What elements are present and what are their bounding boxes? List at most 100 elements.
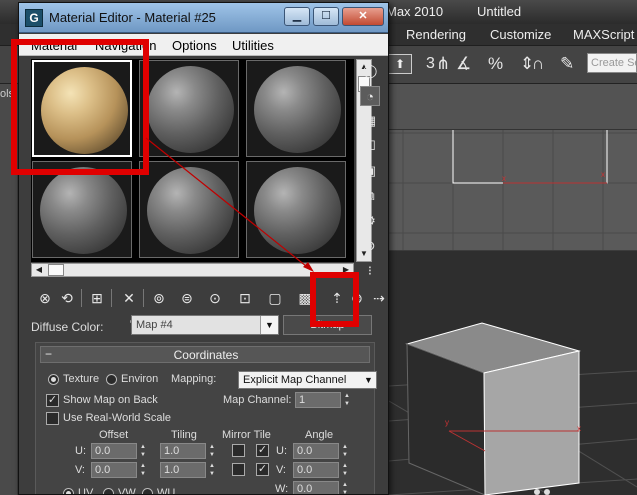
w-angle-spinner-arrows[interactable]: ▲ ▼: [340, 481, 350, 494]
menu-options[interactable]: Options: [172, 38, 217, 53]
percent-snap-icon[interactable]: %: [488, 51, 503, 77]
show-end-result-icon[interactable]: ▢: [265, 288, 285, 308]
sample-type-icon[interactable]: ◯: [360, 61, 380, 81]
v-angle-spinner[interactable]: 0.0: [293, 462, 339, 478]
u-offset-spinner-arrows[interactable]: ▲ ▼: [138, 443, 148, 459]
map-channel-spinner-arrows[interactable]: ▲ ▼: [342, 392, 352, 408]
create-selection-set-field[interactable]: Create Se: [587, 53, 637, 73]
magnet-icon[interactable]: ∩: [532, 51, 544, 77]
svg-text:x: x: [577, 424, 581, 433]
angle-column-label: Angle: [305, 429, 334, 441]
w-angle-spinner[interactable]: 0.0: [293, 481, 339, 494]
texture-radio[interactable]: [48, 374, 59, 385]
sample-slot-2[interactable]: [139, 60, 239, 157]
v-mirror-checkbox[interactable]: [232, 463, 245, 476]
scroll-right-icon[interactable]: ▶: [339, 264, 353, 276]
select-filter-icon[interactable]: ⬆: [388, 54, 412, 74]
mirror-tile-column-label: Mirror Tile: [222, 429, 271, 441]
wu-radio[interactable]: [142, 488, 153, 494]
material-id-channel-icon[interactable]: ⊙: [205, 288, 225, 308]
v-offset-spinner-arrows[interactable]: ▲ ▼: [138, 462, 148, 478]
maximize-button[interactable]: ☐: [313, 7, 339, 26]
go-to-parent-icon[interactable]: ⇡: [327, 288, 347, 308]
minimize-button[interactable]: ▁: [284, 7, 310, 26]
w-angle-label: W:: [275, 483, 289, 495]
sample-slot-5[interactable]: [139, 161, 239, 258]
snap-toggle-icon[interactable]: ⋔: [436, 51, 450, 77]
v-tiling-spinner-arrows[interactable]: ▲ ▼: [207, 462, 217, 478]
coordinates-rollout-header[interactable]: − Coordinates: [40, 346, 370, 363]
assign-to-selection-icon[interactable]: ⊞: [87, 288, 107, 308]
u-tiling-spinner-arrows[interactable]: ▲ ▼: [207, 443, 217, 459]
material-editor-menubar: Material Navigation Options Utilities: [19, 34, 388, 56]
select-by-material-icon[interactable]: ⊛: [360, 236, 380, 256]
mapping-select[interactable]: Explicit Map Channel: [238, 371, 377, 389]
top-viewport-grid: x x: [389, 130, 637, 250]
put-to-library-icon[interactable]: ⊜: [177, 288, 197, 308]
v-angle-label: V:: [276, 464, 286, 476]
top-viewport[interactable]: x x: [389, 130, 637, 250]
uv-radio[interactable]: [63, 488, 74, 494]
u-tiling-spinner[interactable]: 1.0: [160, 443, 206, 459]
sample-slot-3[interactable]: [246, 60, 346, 157]
scroll-thumb[interactable]: [48, 264, 64, 276]
material-map-navigator-icon[interactable]: ⁝: [360, 261, 380, 281]
u-tile-checkbox[interactable]: ✓: [256, 444, 269, 457]
u-angle-spinner-arrows[interactable]: ▲ ▼: [340, 443, 350, 459]
video-color-check-icon[interactable]: ▣: [360, 161, 380, 181]
svg-text:x: x: [502, 174, 506, 183]
sample-slot-6[interactable]: [246, 161, 346, 258]
go-forward-to-sibling-icon[interactable]: ⊛: [347, 288, 367, 308]
menu-customize[interactable]: Customize: [490, 27, 551, 42]
slots-horizontal-scrollbar[interactable]: ◀ ▶: [31, 263, 354, 277]
menu-rendering[interactable]: Rendering: [406, 27, 466, 42]
backlight-icon[interactable]: ◔: [360, 86, 380, 106]
uv-label: UV: [78, 487, 94, 495]
get-material-icon[interactable]: ⊗: [35, 288, 55, 308]
sample-slot-4[interactable]: [32, 161, 132, 258]
map-name-dropdown-icon[interactable]: ▼: [260, 316, 278, 334]
v-tiling-spinner[interactable]: 1.0: [160, 462, 206, 478]
show-map-on-back-label: Show Map on Back: [63, 394, 158, 406]
angle-snap-icon[interactable]: ∡: [456, 51, 471, 77]
svg-text:x: x: [601, 170, 605, 179]
make-unique-icon[interactable]: ⊚: [149, 288, 169, 308]
make-preview-icon[interactable]: ⧉: [360, 186, 380, 206]
menu-navigation[interactable]: Navigation: [95, 38, 156, 53]
next-icon[interactable]: ⇢: [369, 288, 388, 308]
v-tile-checkbox[interactable]: ✓: [256, 463, 269, 476]
menu-utilities[interactable]: Utilities: [232, 38, 274, 53]
real-world-scale-checkbox[interactable]: [46, 412, 59, 425]
map-channel-spinner[interactable]: 1: [295, 392, 341, 408]
material-editor-titlebar[interactable]: G Material Editor - Material #25 ▁ ☐ ✕: [19, 3, 388, 33]
u-mirror-checkbox[interactable]: [232, 444, 245, 457]
u-angle-spinner[interactable]: 0.0: [293, 443, 339, 459]
perspective-viewport[interactable]: y x: [389, 251, 637, 495]
show-map-on-back-checkbox[interactable]: ✓: [46, 394, 59, 407]
v-angle-spinner-arrows[interactable]: ▲ ▼: [340, 462, 350, 478]
close-button[interactable]: ✕: [342, 7, 384, 26]
named-selection-icon[interactable]: ✎: [560, 51, 574, 77]
scroll-left-icon[interactable]: ◀: [32, 264, 46, 276]
show-map-in-viewport-icon[interactable]: ⊡: [235, 288, 255, 308]
vw-radio[interactable]: [103, 488, 114, 494]
snap-toggle-number[interactable]: 3: [426, 51, 435, 77]
put-to-scene-icon[interactable]: ⟲: [57, 288, 77, 308]
window-title: Material Editor - Material #25: [49, 10, 216, 25]
map-type-button[interactable]: Bitmap: [283, 315, 372, 335]
v-offset-spinner[interactable]: 0.0: [91, 462, 137, 478]
u-offset-spinner[interactable]: 0.0: [91, 443, 137, 459]
mapping-dropdown-icon[interactable]: ▼: [361, 372, 376, 388]
menu-maxscript[interactable]: MAXScript: [573, 27, 634, 42]
map-name-field[interactable]: Map #4: [131, 315, 279, 335]
checker-pattern-icon[interactable]: ▩: [295, 288, 315, 308]
options-icon[interactable]: ⚙: [360, 211, 380, 231]
sample-uv-tiling-icon[interactable]: ☐: [360, 136, 380, 156]
real-world-scale-label: Use Real-World Scale: [63, 412, 172, 424]
sample-slot-1[interactable]: [32, 60, 132, 157]
svg-text:y: y: [445, 418, 449, 427]
environ-radio[interactable]: [106, 374, 117, 385]
menu-material[interactable]: Material: [31, 38, 77, 53]
reset-map-icon[interactable]: ✕: [119, 288, 139, 308]
background-checker-icon[interactable]: ▦: [360, 111, 380, 131]
